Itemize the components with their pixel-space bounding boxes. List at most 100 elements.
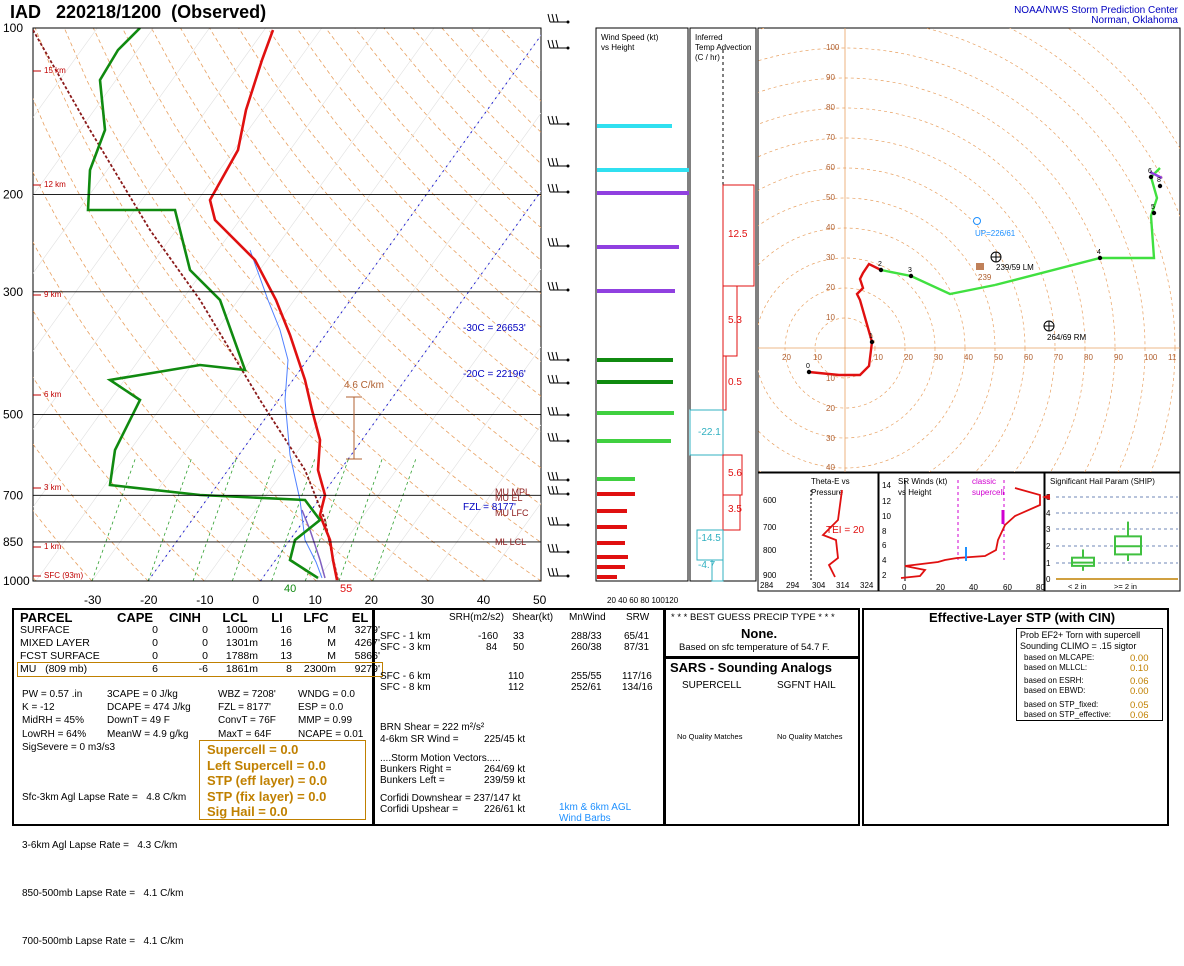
cell: 2300m — [303, 663, 336, 675]
srw-ytick: 6 — [882, 541, 887, 550]
wind-barb-flag — [551, 567, 555, 577]
wind-speed-bar — [597, 358, 673, 362]
hodo-x-label: 10 — [813, 353, 822, 362]
wind-barb-flag — [555, 157, 559, 167]
temp-tick-label: -10 — [196, 593, 214, 607]
wind-barb-dot — [566, 20, 570, 24]
parcel-row-surface: SURFACE 0 0 1000m 16 M 3279' — [18, 624, 382, 637]
srw-xtick: 80 — [1036, 583, 1045, 592]
dry-adiabat — [354, 28, 541, 229]
indices-col4: WNDG = 0.0 ESP = 0.0 MMP = 0.99 NCAPE = … — [298, 688, 363, 741]
temp-tick-label: 20 — [365, 593, 379, 607]
pressure-tick-label: 700 — [3, 488, 23, 502]
dry-adiabat — [63, 28, 541, 581]
cell: -6 — [198, 663, 208, 675]
wind-barb-flag — [551, 183, 555, 193]
mixing-ratio-line — [192, 458, 237, 581]
wind-barb-flag — [555, 543, 559, 553]
mixing-ratio-line — [231, 458, 277, 581]
hodo-x-label: 60 — [1024, 353, 1033, 362]
m30c-annot: -30C = 26653' — [463, 323, 526, 334]
isotherm — [372, 346, 541, 581]
wind-barb-dot — [566, 492, 570, 496]
cell: 0 — [152, 624, 158, 636]
lowrh: LowRH = 64% — [22, 728, 87, 740]
ship-title: Significant Hail Param (SHIP) — [1050, 477, 1155, 486]
srw-xtick: 0 — [902, 583, 907, 592]
wind-speed-bar — [597, 289, 675, 293]
ship-cat-ge2: >= 2 in — [1114, 582, 1137, 591]
height-label: 12 km — [44, 180, 66, 189]
cell: 16 — [280, 637, 292, 649]
mu-lfc-annot: MU LFC — [495, 508, 529, 518]
wind-barb-dot — [566, 190, 570, 194]
wind-barb-flag — [555, 351, 559, 361]
ta-title1: Inferred — [695, 33, 723, 42]
wind-barb-flag — [555, 432, 559, 442]
sfc-temp-label: 55 — [340, 583, 352, 595]
wind-speed-bar — [597, 380, 673, 384]
wind-speed-bar — [597, 575, 617, 579]
hdr-lcl: LCL — [222, 610, 248, 625]
lapse-700500: 700-500mb Lapse Rate = 4.1 C/km — [22, 936, 184, 947]
stp-row-label: based on STP_effective: — [1024, 710, 1112, 719]
precip-value: None. — [741, 626, 778, 641]
pressure-tick-label: 200 — [3, 187, 23, 201]
kin-srh-03: 84 — [486, 642, 498, 653]
hodo-point-label: 1 — [869, 333, 873, 340]
hdr-lfc: LFC — [303, 610, 329, 625]
hodo-ring-label: 80 — [826, 103, 835, 112]
hodo-point-label: 4 — [1097, 249, 1101, 256]
height-label: 15 km — [44, 66, 66, 75]
page-title: IAD 220218/1200 (Observed) — [10, 2, 267, 22]
ws-title2: vs Height — [601, 43, 635, 52]
wind-barb-flag — [551, 432, 555, 442]
dry-adiabat — [441, 28, 541, 133]
kin-row-4: SFC - 8 km — [380, 682, 431, 693]
wind-barb-flag — [551, 39, 555, 49]
sars-col-supercell: SUPERCELL — [682, 680, 742, 691]
wind-barb-flag — [555, 39, 559, 49]
sfc-dewpoint-label: 40 — [284, 583, 296, 595]
wind-barb-flag — [551, 374, 555, 384]
hodo-ring-label: 30 — [826, 253, 835, 262]
ws-ticks: 20 40 60 80 100120 — [607, 596, 679, 605]
dry-adiabat — [412, 28, 541, 165]
hodo-ring-label: 100 — [826, 43, 840, 52]
srw-ytick: 12 — [882, 497, 891, 506]
isotherm — [33, 28, 266, 352]
pressure-tick-label: 100 — [3, 21, 23, 35]
sr-wind-value: 225/45 kt — [484, 734, 526, 745]
hodo-point-label: 0 — [806, 363, 810, 370]
temp-tick-label: 10 — [309, 593, 323, 607]
thetae-ytick: 600 — [763, 496, 777, 505]
k-index: K = -12 — [22, 702, 55, 714]
kin-hdr-srh: SRH(m2/s2) — [449, 612, 505, 623]
mean-wind-label: 239 — [978, 273, 992, 282]
sig-hail: Sig Hail = 0.0 — [207, 804, 288, 819]
kin-mnwind-01: 288/33 — [571, 631, 602, 642]
wind-barb-flag — [547, 39, 551, 49]
ncape: NCAPE = 0.01 — [298, 728, 364, 740]
cell: 1788m — [225, 650, 258, 662]
esp: ESP = 0.0 — [298, 702, 344, 714]
wind-speed-bar — [597, 541, 625, 545]
kin-layer: SFC - 8 km — [380, 682, 431, 693]
wind-barb-flag — [547, 157, 551, 167]
wind-barb-flag — [551, 471, 555, 481]
kin-row-2: SFC - 3 km — [380, 642, 431, 653]
wind-barb-flag — [547, 471, 551, 481]
kin-hdr-srw: SRW — [626, 612, 650, 623]
kin-mnwind-08: 252/61 — [571, 682, 602, 693]
wind-barb-flag — [555, 374, 559, 384]
indices-col1: PW = 0.57 .in K = -12 MidRH = 45% LowRH … — [22, 688, 115, 754]
hodo-ring-label: 10 — [826, 374, 835, 383]
temp-tick-label: 30 — [421, 593, 435, 607]
temp-adv-value: -22.1 — [698, 427, 721, 438]
kin-shear-01: 33 — [513, 631, 525, 642]
hodo-point — [1151, 210, 1157, 216]
cell: 5866' — [354, 650, 380, 662]
parcel-row-mixed: MIXED LAYER 0 0 1301m 16 M 4267' — [18, 637, 382, 650]
wind-barb-flag — [547, 13, 551, 23]
parcel-row-fcst: FCST SURFACE 0 0 1788m 13 M 5866' — [18, 650, 382, 663]
